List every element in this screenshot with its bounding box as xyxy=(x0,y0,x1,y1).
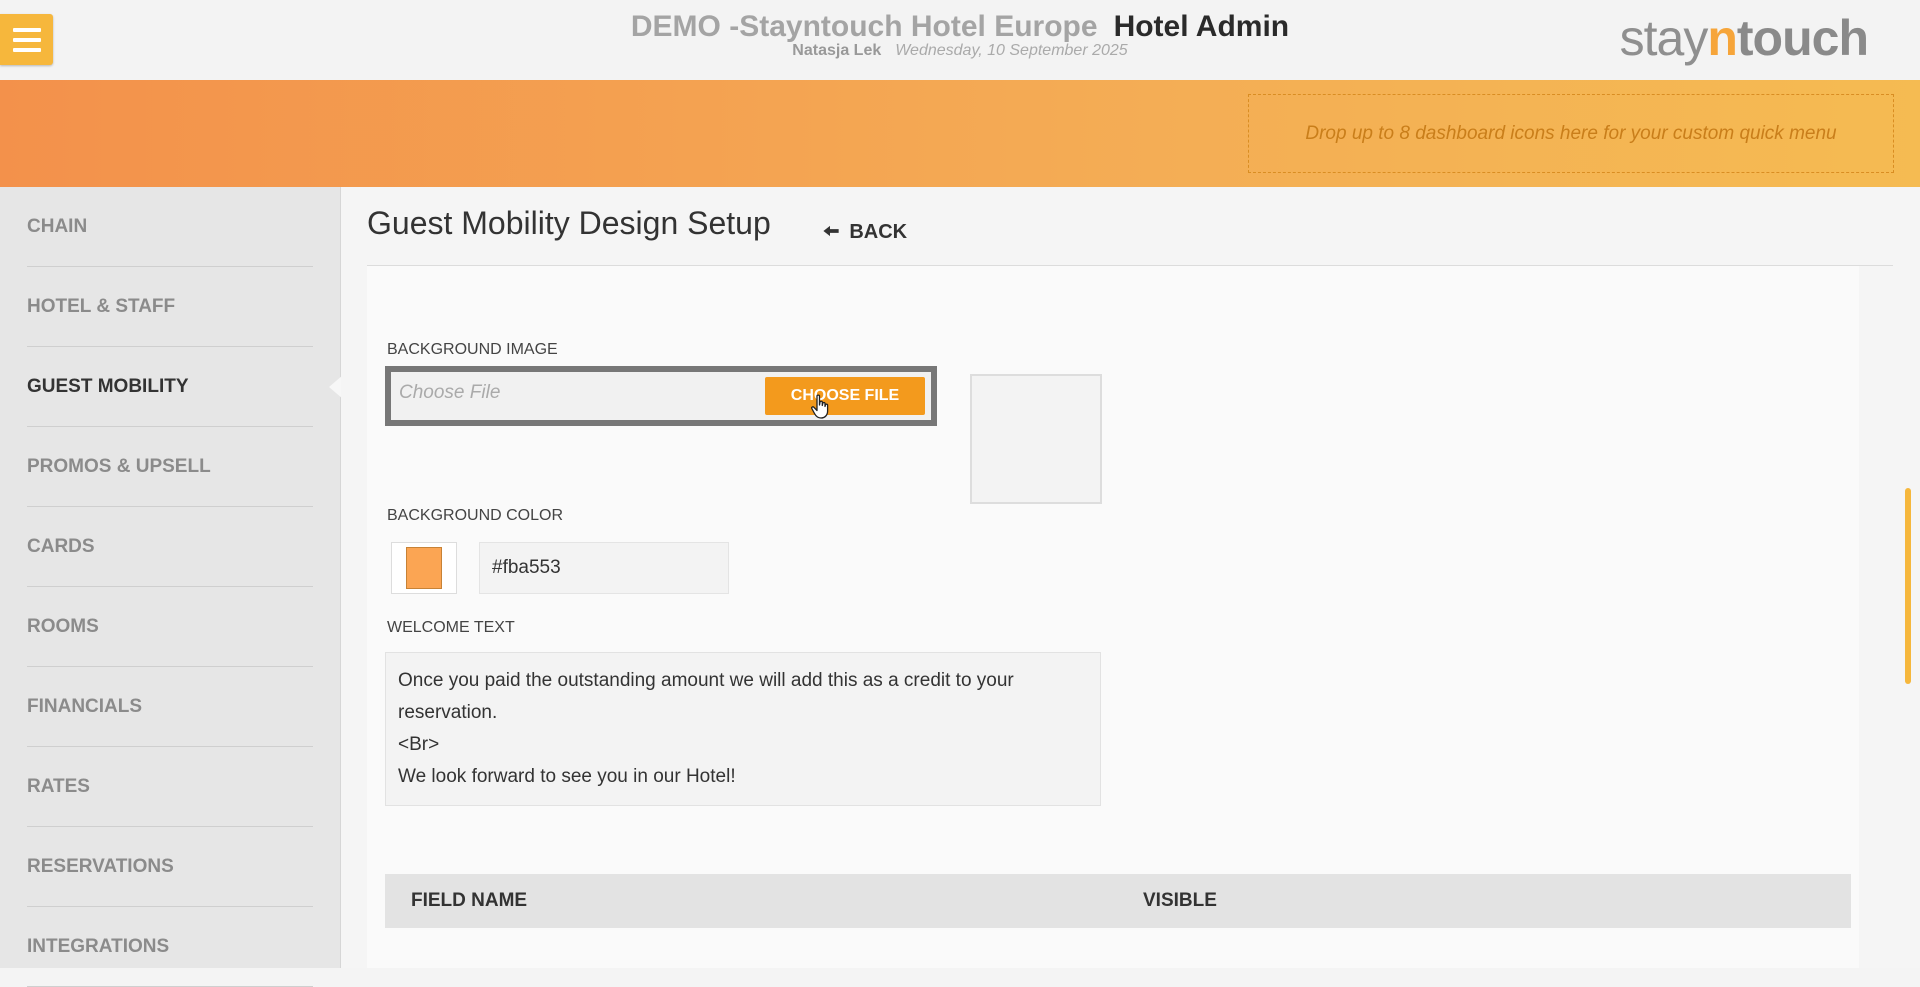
top-header: DEMO -Stayntouch Hotel Europe Hotel Admin… xyxy=(0,0,1920,80)
user-name: Natasja Lek xyxy=(792,42,882,59)
color-picker-button[interactable] xyxy=(391,542,457,594)
logo-part-touch: touch xyxy=(1736,10,1869,66)
sidebar-item-chain[interactable]: CHAIN xyxy=(27,187,313,267)
sidebar-item-guest-mobility[interactable]: GUEST MOBILITY xyxy=(27,347,343,427)
welcome-text-label: WELCOME TEXT xyxy=(387,619,515,636)
fields-table-header: FIELD NAME VISIBLE xyxy=(385,874,1851,928)
vertical-scrollbar[interactable] xyxy=(1905,488,1911,684)
column-header-field-name: FIELD NAME xyxy=(411,890,528,911)
back-label: BACK xyxy=(849,221,908,243)
page-header: Guest Mobility Design Setup 🠨 BACK xyxy=(367,187,1893,266)
background-color-label: BACKGROUND COLOR xyxy=(387,507,564,524)
main-content: Guest Mobility Design Setup 🠨 BACK BACKGR… xyxy=(341,187,1920,968)
sidebar-item-rooms[interactable]: ROOMS xyxy=(27,587,313,667)
sidebar-item-cards[interactable]: CARDS xyxy=(27,507,313,587)
quick-menu-dropzone[interactable]: Drop up to 8 dashboard icons here for yo… xyxy=(1248,94,1894,173)
sidebar-item-label: ROOMS xyxy=(27,615,99,637)
sidebar-item-label: CARDS xyxy=(27,535,95,557)
column-header-visible: VISIBLE xyxy=(1143,890,1217,911)
sidebar-item-label: CHAIN xyxy=(27,215,88,237)
sidebar-item-integrations[interactable]: INTEGRATIONS xyxy=(27,907,313,987)
sidebar-item-label: INTEGRATIONS xyxy=(27,935,170,957)
sidebar-item-label: RATES xyxy=(27,775,90,797)
background-image-label: BACKGROUND IMAGE xyxy=(387,341,558,358)
sidebar-item-reservations[interactable]: RESERVATIONS xyxy=(27,827,313,907)
design-setup-form: BACKGROUND IMAGE CHOOSE FILE BACKGROUND … xyxy=(367,266,1859,968)
sidebar-item-label: GUEST MOBILITY xyxy=(27,375,189,397)
choose-file-button[interactable]: CHOOSE FILE xyxy=(765,377,925,415)
hotel-name: DEMO -Stayntouch Hotel Europe xyxy=(630,10,1098,43)
sidebar: CHAIN HOTEL & STAFF GUEST MOBILITY PROMOS &… xyxy=(0,187,343,987)
background-image-file-field: CHOOSE FILE xyxy=(385,366,937,426)
quick-menu-band: Drop up to 8 dashboard icons here for yo… xyxy=(0,80,1920,187)
back-button[interactable]: 🠨 BACK xyxy=(823,217,907,251)
sidebar-item-financials[interactable]: FINANCIALS xyxy=(27,667,313,747)
sidebar-item-label: RESERVATIONS xyxy=(27,855,174,877)
background-color-input[interactable] xyxy=(479,542,729,594)
color-swatch xyxy=(406,547,442,589)
arrow-left-icon: 🠨 xyxy=(823,221,840,243)
hand-pointer-cursor-icon xyxy=(811,394,829,419)
logo-part-stay: stay xyxy=(1619,10,1709,66)
sidebar-item-rates[interactable]: RATES xyxy=(27,747,313,827)
sidebar-item-label: HOTEL & STAFF xyxy=(27,295,176,317)
sidebar-item-label: PROMOS & UPSELL xyxy=(27,455,211,477)
background-image-preview xyxy=(970,374,1102,504)
file-name-input[interactable] xyxy=(397,381,751,405)
dropzone-text: Drop up to 8 dashboard icons here for yo… xyxy=(1305,122,1837,144)
welcome-text-input[interactable]: Once you paid the outstanding amount we … xyxy=(385,652,1101,806)
page-title: Guest Mobility Design Setup xyxy=(367,205,771,241)
sidebar-item-promos-upsell[interactable]: PROMOS & UPSELL xyxy=(27,427,313,507)
app-name: Hotel Admin xyxy=(1113,10,1290,43)
logo-part-n: n xyxy=(1707,10,1738,66)
sidebar-item-hotel-staff[interactable]: HOTEL & STAFF xyxy=(27,267,313,347)
sidebar-item-label: FINANCIALS xyxy=(27,695,143,717)
stayntouch-logo: stayntouch xyxy=(1619,10,1869,66)
current-date: Wednesday, 10 September 2025 xyxy=(895,42,1128,59)
